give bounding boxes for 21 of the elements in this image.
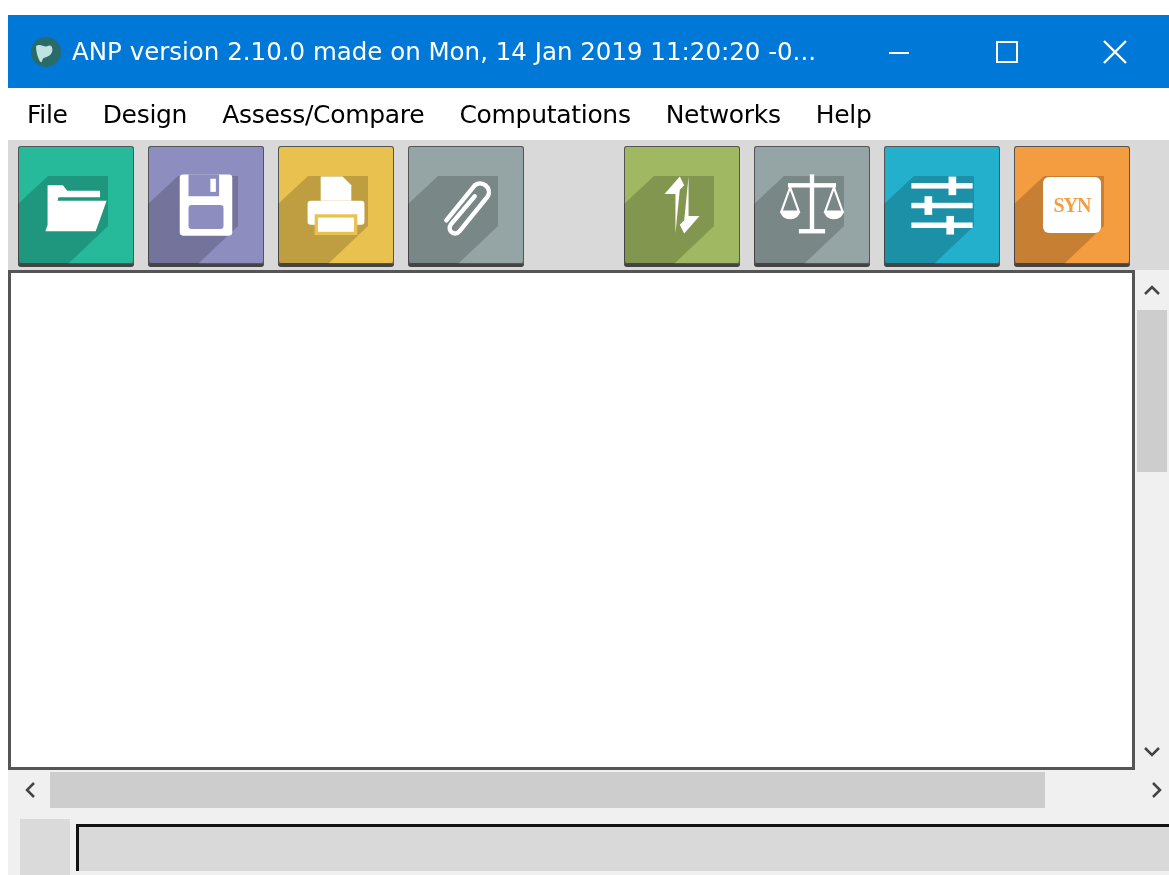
menu-item[interactable]: Design: [102, 99, 188, 129]
toolbar-button[interactable]: [18, 146, 134, 264]
close-icon[interactable]: [1103, 39, 1127, 64]
menu-item[interactable]: Help: [815, 99, 872, 129]
menu-item[interactable]: Assess/Compare: [222, 99, 425, 129]
toolbar-button[interactable]: [754, 146, 870, 264]
toolbar-button[interactable]: [624, 146, 740, 264]
scroll-up-icon[interactable]: [1143, 284, 1161, 296]
maximize-icon[interactable]: [996, 40, 1018, 63]
menu-item[interactable]: Networks: [665, 99, 781, 129]
toolbar-button[interactable]: [884, 146, 1000, 264]
scroll-down-icon[interactable]: [1143, 746, 1161, 758]
toolbar-button[interactable]: [408, 146, 524, 264]
scroll-right-icon[interactable]: [1151, 781, 1163, 799]
scroll-left-icon[interactable]: [24, 781, 36, 799]
toolbar-button[interactable]: [278, 146, 394, 264]
toolbar-button[interactable]: [148, 146, 264, 264]
menu-item[interactable]: File: [27, 99, 68, 129]
menu-item[interactable]: Computations: [459, 99, 631, 129]
globe-icon: [30, 35, 62, 68]
window-title: ANP version 2.10.0 made on Mon, 14 Jan 2019 11:20:20 -0...: [72, 37, 817, 66]
